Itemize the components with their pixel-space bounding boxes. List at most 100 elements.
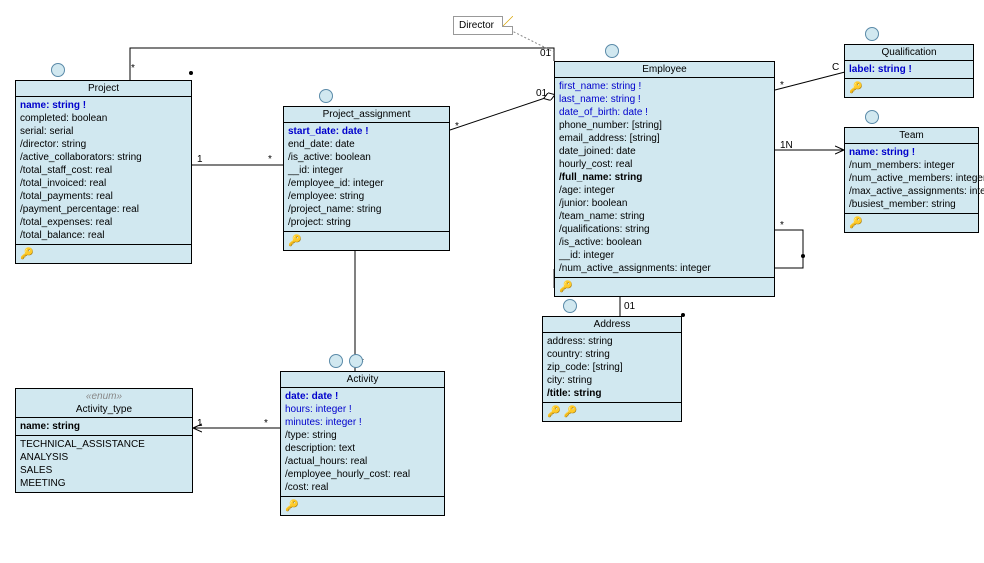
entity-employee[interactable]: Employee first_name: string !last_name: … — [554, 61, 775, 297]
attr: end_date: date — [288, 138, 445, 151]
attr: start_date: date ! — [288, 125, 445, 138]
attr: first_name: string ! — [559, 80, 770, 93]
attr: /team_name: string — [559, 210, 770, 223]
entity-address[interactable]: Address address: stringcountry: stringzi… — [542, 316, 682, 422]
entity-activity[interactable]: Activity date: date !hours: integer !min… — [280, 371, 445, 516]
attr: name: string ! — [849, 146, 974, 159]
mult: * — [780, 80, 784, 91]
attr: /max_active_assignments: integer — [849, 185, 974, 198]
attr: date_joined: date — [559, 145, 770, 158]
mult: 01 — [540, 48, 551, 59]
attr: /total_expenses: real — [20, 216, 187, 229]
mult: * — [264, 418, 268, 429]
entity-qualification[interactable]: Qualification label: string ! 🔑 — [844, 44, 974, 98]
attr: /employee: string — [288, 190, 445, 203]
attr: /num_members: integer — [849, 159, 974, 172]
entity-team[interactable]: Team name: string !/num_members: integer… — [844, 127, 979, 233]
mult: 1N — [780, 140, 793, 151]
enum-value: SALES — [20, 464, 188, 477]
entity-title: Employee — [555, 62, 774, 78]
enum-value: ANALYSIS — [20, 451, 188, 464]
entity-title: Qualification — [845, 45, 973, 61]
attr: /cost: real — [285, 481, 440, 494]
attr: /full_name: string — [559, 171, 770, 184]
attr: /total_payments: real — [20, 190, 187, 203]
attr: /employee_hourly_cost: real — [285, 468, 440, 481]
attr: completed: boolean — [20, 112, 187, 125]
attr: /project: string — [288, 216, 445, 229]
key-icon: 🔑 — [849, 217, 863, 229]
attrs: name: string — [16, 418, 192, 436]
attrs: label: string ! — [845, 61, 973, 79]
attr: country: string — [547, 348, 677, 361]
attr: label: string ! — [849, 63, 969, 76]
entity-title: Team — [845, 128, 978, 144]
attr: /is_active: boolean — [288, 151, 445, 164]
key-icon: 🔑 🔑 — [547, 406, 577, 418]
lollipop-icon — [349, 354, 363, 368]
entity-project-assignment[interactable]: Project_assignment start_date: date !end… — [283, 106, 450, 251]
key-icon: 🔑 — [20, 248, 34, 260]
attr: /num_active_assignments: integer — [559, 262, 770, 275]
key-icon: 🔑 — [559, 281, 573, 293]
attrs: date: date !hours: integer !minutes: int… — [281, 388, 444, 497]
attr: __id: integer — [288, 164, 445, 177]
attr: /active_collaborators: string — [20, 151, 187, 164]
attr: hours: integer ! — [285, 403, 440, 416]
mult: 1 — [197, 154, 203, 165]
enum-values: TECHNICAL_ASSISTANCEANALYSISSALESMEETING — [16, 436, 192, 492]
attr: phone_number: [string] — [559, 119, 770, 132]
attr: /employee_id: integer — [288, 177, 445, 190]
mult: * — [780, 220, 784, 231]
attr: date: date ! — [285, 390, 440, 403]
attr: last_name: string ! — [559, 93, 770, 106]
lollipop-icon — [319, 89, 333, 103]
entity-project[interactable]: Project name: string !completed: boolean… — [15, 80, 192, 264]
attr: /director: string — [20, 138, 187, 151]
stereotype: «enum» — [16, 389, 192, 402]
attr: city: string — [547, 374, 677, 387]
attr: description: text — [285, 442, 440, 455]
attr: serial: serial — [20, 125, 187, 138]
attr: /qualifications: string — [559, 223, 770, 236]
attrs: name: string !/num_members: integer/num_… — [845, 144, 978, 214]
attr: minutes: integer ! — [285, 416, 440, 429]
entity-activity-type[interactable]: «enum» Activity_type name: string TECHNI… — [15, 388, 193, 493]
attr: /type: string — [285, 429, 440, 442]
attr: /num_active_members: integer — [849, 172, 974, 185]
attr: hourly_cost: real — [559, 158, 770, 171]
attr: email_address: [string] — [559, 132, 770, 145]
attr: /payment_percentage: real — [20, 203, 187, 216]
mult: 1 — [197, 418, 203, 429]
entity-title: Activity — [281, 372, 444, 388]
mult: 01 — [624, 301, 635, 312]
attr: zip_code: [string] — [547, 361, 677, 374]
attr: /project_name: string — [288, 203, 445, 216]
key-icon: 🔑 — [288, 235, 302, 247]
entity-title: Address — [543, 317, 681, 333]
attrs: address: stringcountry: stringzip_code: … — [543, 333, 681, 403]
attr: name: string — [20, 420, 188, 433]
entity-title: Activity_type — [16, 402, 192, 418]
lollipop-icon — [329, 354, 343, 368]
attr: /is_active: boolean — [559, 236, 770, 249]
lollipop-icon — [563, 299, 577, 313]
attr: name: string ! — [20, 99, 187, 112]
dot-icon — [681, 313, 685, 317]
key-icon: 🔑 — [285, 500, 299, 512]
mult: * — [131, 63, 135, 74]
mult: 01 — [536, 88, 547, 99]
mult: C — [832, 62, 839, 73]
attr: /total_staff_cost: real — [20, 164, 187, 177]
enum-value: TECHNICAL_ASSISTANCE — [20, 438, 188, 451]
attr: /total_invoiced: real — [20, 177, 187, 190]
note-director: Director — [453, 16, 513, 35]
attrs: name: string !completed: booleanserial: … — [16, 97, 191, 245]
attr: /title: string — [547, 387, 677, 400]
lollipop-icon — [605, 44, 619, 58]
entity-title: Project — [16, 81, 191, 97]
attrs: first_name: string !last_name: string !d… — [555, 78, 774, 278]
attrs: start_date: date !end_date: date/is_acti… — [284, 123, 449, 232]
attr: date_of_birth: date ! — [559, 106, 770, 119]
attr: address: string — [547, 335, 677, 348]
